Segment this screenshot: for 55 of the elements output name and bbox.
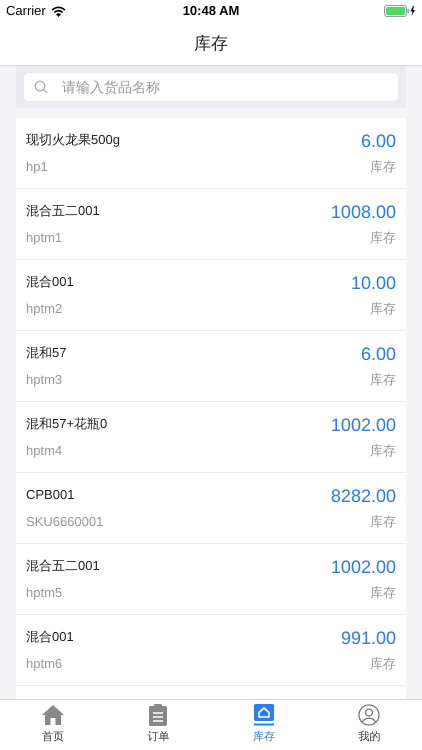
item-name: 混合五二001 [26,202,100,220]
stock-label: 库存 [370,654,396,672]
stock-quantity: 10.00 [350,272,396,294]
item-code: hptm1 [26,228,64,247]
stock-label: 库存 [370,370,396,388]
clipboard-icon [148,704,168,726]
stock-label: 库存 [370,512,396,530]
item-code: hptm6 [26,654,64,673]
stock-quantity: 1008.00 [330,201,396,223]
item-name: 混和57 [26,344,66,362]
stock-quantity: 6.00 [360,130,396,152]
item-code: SKU6660001 [26,512,104,530]
stock-label: 库存 [370,584,396,602]
stock-label: 库存 [370,158,396,176]
tab-item[interactable]: 我的 [316,700,422,750]
stock-quantity: 1002.00 [330,556,396,578]
stock-label: 库存 [370,300,396,318]
clock-text: 10:48 AM [182,2,240,20]
stock-quantity: 1002.00 [330,414,396,436]
item-name: 混合001 [26,273,74,291]
stock-row[interactable]: 混合五二001 hptm1 1008.00 库存 [16,189,406,260]
wifi-icon [50,6,66,16]
stock-row[interactable]: 现切火龙果500g hp1 6.00 库存 [16,118,406,189]
stock-quantity: 6.00 [360,343,396,365]
item-name: 现切火龙果500g [26,131,120,149]
carrier-text: Carrier [6,2,46,20]
stock-row[interactable]: CPB001 SKU6660001 8282.00 库存 [16,473,406,544]
tab-item[interactable]: 订单 [106,700,211,750]
search-field[interactable]: 请输入货品名称 [24,73,398,101]
stock-row[interactable]: 混和57 hptm3 6.00 库存 [16,331,406,402]
stock-row[interactable]: 混合001 hptm2 10.00 库存 [16,260,406,331]
stock-row[interactable]: 混和57+花瓶0 hptm4 1002.00 库存 [16,402,406,473]
stock-quantity: 991.00 [340,627,396,649]
item-code: hptm2 [26,300,64,318]
user-icon [358,704,380,726]
stock-label: 库存 [370,228,396,246]
item-name: 混合五二001 [26,557,100,575]
tab-item[interactable]: 首页 [0,700,106,750]
item-code: hptm4 [26,442,64,460]
item-name: CPB001 [26,486,76,504]
stock-row[interactable]: 混合五二001 hptm5 1002.00 库存 [16,544,406,615]
stock-row[interactable]: 混合001 hptm6 991.00 库存 [16,615,406,686]
tab-item[interactable]: 库存 [211,700,316,750]
house-icon [40,704,65,726]
item-code: hptm3 [26,370,64,389]
stock-label: 库存 [370,442,396,460]
stock-quantity: 8282.00 [330,485,396,507]
page-title: 库存 [194,32,228,55]
search-icon [34,80,48,94]
item-name: 混和57+花瓶0 [26,415,108,433]
item-name: 混合001 [26,628,74,646]
battery-icon [384,5,416,17]
item-code: hptm5 [26,584,64,602]
item-code: hp1 [26,158,49,176]
home-tile-icon [252,704,275,726]
